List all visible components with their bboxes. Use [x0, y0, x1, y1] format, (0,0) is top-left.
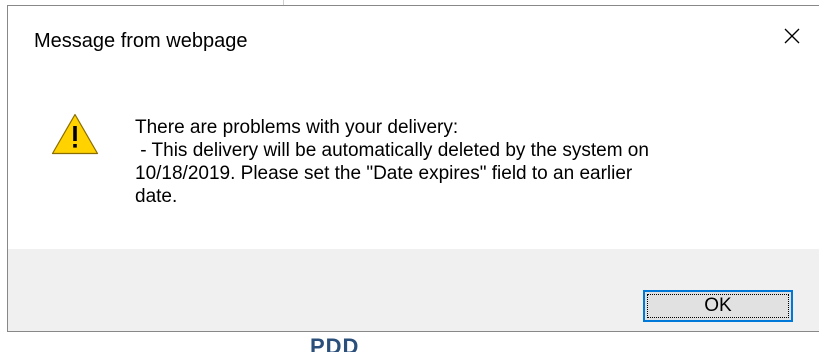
dialog-titlebar: Message from webpage [8, 6, 819, 66]
message-line: There are problems with your delivery: [135, 117, 459, 138]
dialog-message: There are problems with your delivery: -… [135, 116, 795, 208]
message-dialog: Message from webpage There are problems … [7, 5, 819, 332]
dialog-title: Message from webpage [34, 30, 248, 52]
ok-button-label: OK [704, 295, 732, 316]
warning-icon [51, 113, 99, 155]
message-line: 10/18/2019. Please set the "Date expires… [135, 163, 633, 184]
dialog-content: There are problems with your delivery: -… [8, 66, 819, 249]
message-line: - This delivery will be automatically de… [135, 140, 649, 161]
dialog-footer: OK [8, 249, 819, 331]
message-line: date. [135, 186, 178, 207]
close-icon [784, 28, 800, 44]
page: PDD Message from webpage There are probl… [0, 0, 819, 352]
close-button[interactable] [772, 16, 812, 56]
background-page-text: PDD [310, 338, 360, 352]
ok-button[interactable]: OK [643, 290, 793, 322]
